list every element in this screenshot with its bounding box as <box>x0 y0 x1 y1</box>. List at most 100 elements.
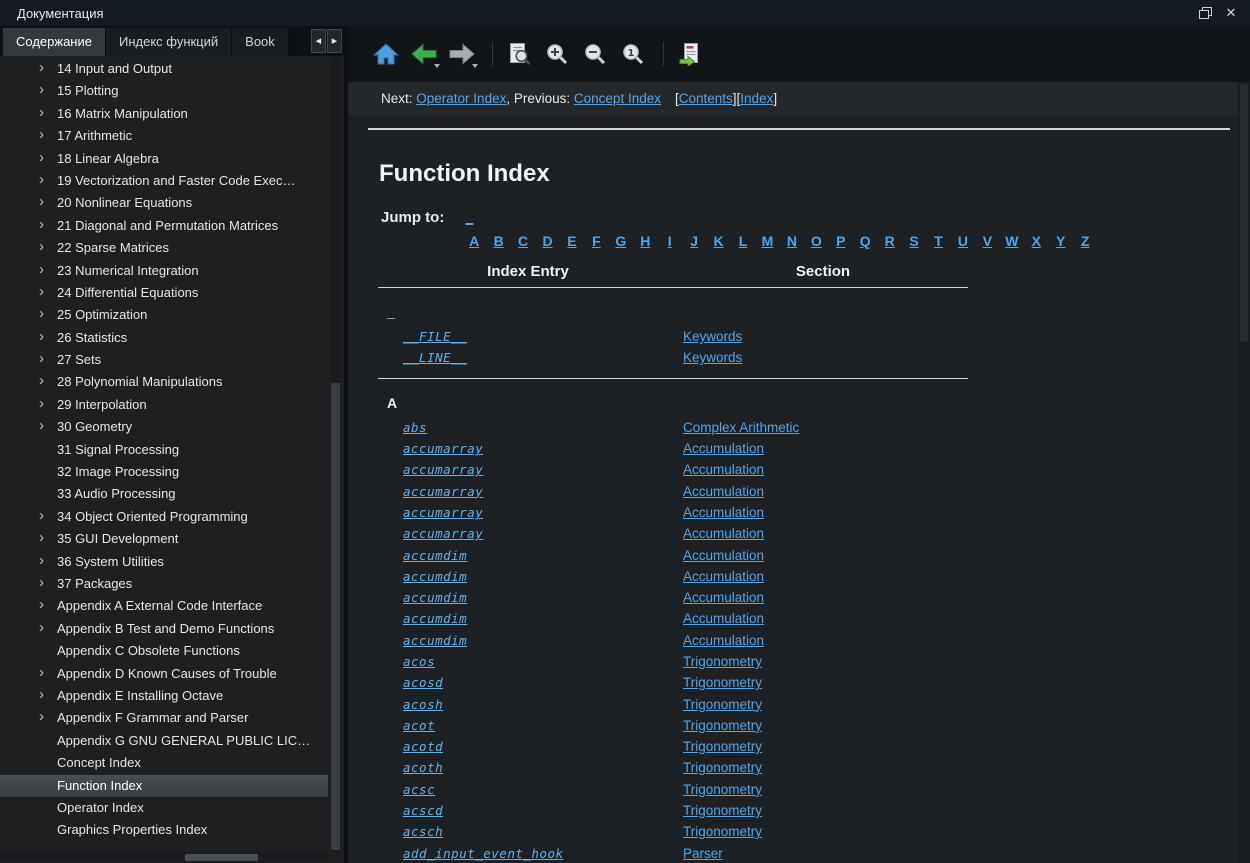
tree-item[interactable]: › Appendix F Grammar and Parser <box>0 707 328 729</box>
tree-item[interactable]: › 26 Statistics <box>0 327 328 349</box>
next-link[interactable]: Operator Index <box>416 91 506 106</box>
jump-letter-link[interactable]: J <box>682 233 706 249</box>
jump-letter-link[interactable]: Z <box>1073 233 1097 249</box>
jump-letter-link[interactable]: F <box>584 233 608 249</box>
section-link[interactable]: Accumulation <box>683 548 764 563</box>
jump-letter-link[interactable]: K <box>706 233 730 249</box>
contents-link[interactable]: Contents <box>679 91 733 106</box>
function-link[interactable]: accumarray <box>403 526 683 541</box>
function-link[interactable]: acosd <box>403 675 683 690</box>
function-link[interactable]: acosh <box>403 697 683 712</box>
section-link[interactable]: Trigonometry <box>683 739 762 754</box>
tree-item[interactable]: › Function Index <box>0 775 328 797</box>
tree-item[interactable]: › Appendix A External Code Interface <box>0 595 328 617</box>
tree-item[interactable]: › 35 GUI Development <box>0 528 328 550</box>
section-link[interactable]: Trigonometry <box>683 803 762 818</box>
section-link[interactable]: Trigonometry <box>683 718 762 733</box>
document-vertical-scrollbar[interactable] <box>1238 82 1250 863</box>
tree-item[interactable]: › Appendix C Obsolete Functions <box>0 640 328 662</box>
jump-letter-link[interactable]: G <box>609 233 633 249</box>
function-link[interactable]: accumdim <box>403 569 683 584</box>
tree-item[interactable]: › 22 Sparse Matrices <box>0 237 328 259</box>
close-button[interactable]: ✕ <box>1218 3 1244 23</box>
function-link[interactable]: __LINE__ <box>403 350 683 365</box>
tree-item[interactable]: › 17 Arithmetic <box>0 125 328 147</box>
jump-letter-link[interactable]: L <box>731 233 755 249</box>
tree-item[interactable]: › 16 Matrix Manipulation <box>0 103 328 125</box>
zoom-out-button[interactable] <box>578 37 612 71</box>
tree-item[interactable]: › Concept Index <box>0 752 328 774</box>
function-link[interactable]: accumdim <box>403 611 683 626</box>
back-button[interactable] <box>407 37 441 71</box>
section-link[interactable]: Accumulation <box>683 526 764 541</box>
section-link[interactable]: Accumulation <box>683 462 764 477</box>
tree-item[interactable]: › 33 Audio Processing <box>0 483 328 505</box>
jump-letter-link[interactable]: D <box>535 233 559 249</box>
jump-letter-link[interactable]: E <box>560 233 584 249</box>
tree-item[interactable]: › 19 Vectorization and Faster Code Exec… <box>0 170 328 192</box>
section-link[interactable]: Accumulation <box>683 484 764 499</box>
jump-letter-link[interactable]: O <box>804 233 828 249</box>
function-link[interactable]: acot <box>403 718 683 733</box>
function-link[interactable]: accumdim <box>403 590 683 605</box>
section-link[interactable]: Trigonometry <box>683 782 762 797</box>
function-link[interactable]: acoth <box>403 760 683 775</box>
jump-letter-link[interactable]: M <box>755 233 779 249</box>
tree-item[interactable]: › Appendix D Known Causes of Trouble <box>0 663 328 685</box>
section-link[interactable]: Accumulation <box>683 633 764 648</box>
tree-item[interactable]: › 31 Signal Processing <box>0 439 328 461</box>
tree-item[interactable]: › 34 Object Oriented Programming <box>0 506 328 528</box>
tree-item[interactable]: › 37 Packages <box>0 573 328 595</box>
tree-item[interactable]: › 27 Sets <box>0 349 328 371</box>
jump-letter-link[interactable]: U <box>951 233 975 249</box>
tree-item[interactable]: › Graphics Properties Index <box>0 819 328 841</box>
function-link[interactable]: acscd <box>403 803 683 818</box>
home-button[interactable] <box>369 37 403 71</box>
jump-letter-link[interactable]: A <box>462 233 486 249</box>
forward-button[interactable] <box>445 37 479 71</box>
function-link[interactable]: accumarray <box>403 484 683 499</box>
function-link[interactable]: accumdim <box>403 548 683 563</box>
document-scrollbar-thumb[interactable] <box>1240 84 1248 342</box>
tree-item[interactable]: › 32 Image Processing <box>0 461 328 483</box>
tree-horizontal-scrollbar[interactable] <box>0 853 328 862</box>
function-link[interactable]: accumarray <box>403 441 683 456</box>
function-link[interactable]: accumarray <box>403 462 683 477</box>
zoom-in-button[interactable] <box>540 37 574 71</box>
zoom-original-button[interactable]: 1 <box>616 37 650 71</box>
section-link[interactable]: Trigonometry <box>683 824 762 839</box>
tree-item[interactable]: › 18 Linear Algebra <box>0 148 328 170</box>
vertical-scrollbar-thumb[interactable] <box>331 383 340 850</box>
jump-letter-link[interactable]: Q <box>853 233 877 249</box>
jump-letter-link[interactable]: Y <box>1049 233 1073 249</box>
section-link[interactable]: Accumulation <box>683 611 764 626</box>
jump-letter-link[interactable]: V <box>975 233 999 249</box>
jump-letter-link[interactable]: N <box>780 233 804 249</box>
jump-letter-link[interactable]: P <box>829 233 853 249</box>
jump-letter-link[interactable]: C <box>511 233 535 249</box>
section-link[interactable]: Accumulation <box>683 590 764 605</box>
tree-item[interactable]: › Operator Index <box>0 797 328 819</box>
function-link[interactable]: accumarray <box>403 505 683 520</box>
jump-letter-link[interactable]: I <box>658 233 682 249</box>
tab-scroll-right-button[interactable]: ▶ <box>327 29 342 53</box>
restore-button[interactable] <box>1192 3 1218 23</box>
tree-item[interactable]: › 24 Differential Equations <box>0 282 328 304</box>
tree-item[interactable]: › Appendix G GNU GENERAL PUBLIC LIC… <box>0 730 328 752</box>
tree-item[interactable]: › 21 Diagonal and Permutation Matrices <box>0 215 328 237</box>
tree-item[interactable]: › Appendix B Test and Demo Functions <box>0 618 328 640</box>
find-button[interactable] <box>502 37 536 71</box>
index-link[interactable]: Index <box>740 91 773 106</box>
tree-item[interactable]: › 25 Optimization <box>0 304 328 326</box>
function-link[interactable]: acos <box>403 654 683 669</box>
function-link[interactable]: acotd <box>403 739 683 754</box>
function-link[interactable]: __FILE__ <box>403 329 683 344</box>
tree-item[interactable]: › 20 Nonlinear Equations <box>0 192 328 214</box>
tab[interactable]: Book <box>232 28 289 56</box>
tree-item[interactable]: › 15 Plotting <box>0 80 328 102</box>
tab[interactable]: Содержание <box>3 28 106 56</box>
jump-underscore-link[interactable]: _ <box>465 211 473 226</box>
section-link[interactable]: Accumulation <box>683 441 764 456</box>
function-link[interactable]: add_input_event_hook <box>403 846 683 861</box>
tree-item[interactable]: › 14 Input and Output <box>0 58 328 80</box>
